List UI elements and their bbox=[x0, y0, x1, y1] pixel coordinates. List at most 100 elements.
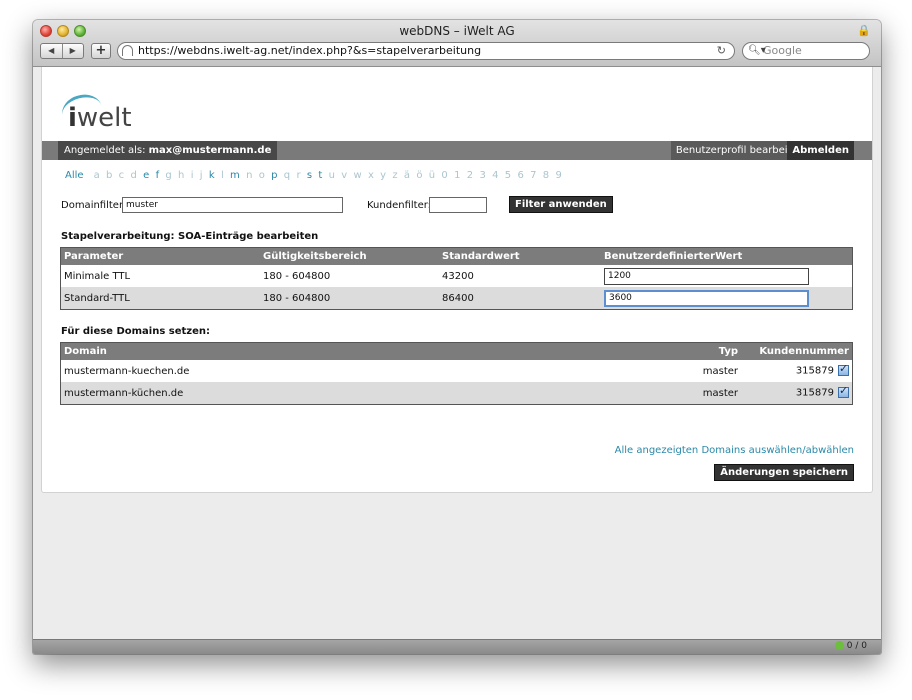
select-all-domains-link[interactable]: Alle angezeigten Domains auswählen/abwäh… bbox=[615, 445, 854, 456]
alphabet-filter: Alle a b c d e f g h i j k l m n o p q r s t u v w x y z ä ö ü 0 1 2 3 4 5 6… bbox=[65, 170, 568, 181]
alphabet-link[interactable]: w bbox=[353, 170, 361, 181]
alphabet-link[interactable]: ö bbox=[416, 170, 422, 181]
customer-filter-input[interactable] bbox=[429, 197, 487, 213]
column-header: Typ bbox=[695, 342, 741, 360]
type-cell: master bbox=[695, 382, 741, 405]
soa-table: Parameter Gültigkeitsbereich Standardwer… bbox=[60, 247, 853, 310]
alphabet-link[interactable]: b bbox=[106, 170, 112, 181]
alphabet-link[interactable]: z bbox=[392, 170, 397, 181]
reload-icon[interactable]: ↻ bbox=[717, 43, 726, 59]
customer-filter-label: Kundenfilter: bbox=[367, 200, 432, 211]
apply-filter-button[interactable]: Filter anwenden bbox=[509, 196, 613, 213]
search-placeholder: Google bbox=[763, 44, 802, 57]
title-bar: webDNS – iWelt AG 🔒 ◀ ▶ + https://webdns… bbox=[33, 20, 881, 67]
alphabet-link[interactable]: c bbox=[119, 170, 125, 181]
alphabet-link[interactable]: 8 bbox=[543, 170, 549, 181]
status-indicator: 0 / 0 bbox=[834, 641, 867, 651]
alphabet-link[interactable]: 7 bbox=[530, 170, 536, 181]
alphabet-link[interactable]: 3 bbox=[479, 170, 485, 181]
alphabet-link[interactable]: i bbox=[191, 170, 194, 181]
custom-value-input[interactable]: 3600 bbox=[604, 289, 809, 307]
alphabet-link[interactable]: 4 bbox=[492, 170, 498, 181]
alphabet-link[interactable]: e bbox=[143, 170, 149, 181]
back-forward-buttons: ◀ ▶ bbox=[40, 43, 84, 59]
status-ok-icon bbox=[834, 641, 844, 650]
logged-in-info: Angemeldet als: max@mustermann.de bbox=[58, 141, 278, 160]
logo-wordmark: iwelt bbox=[68, 103, 132, 133]
domain-checkbox[interactable] bbox=[838, 384, 849, 399]
alphabet-link[interactable]: 0 bbox=[441, 170, 447, 181]
alphabet-link[interactable]: f bbox=[156, 170, 160, 181]
alphabet-link[interactable]: q bbox=[284, 170, 290, 181]
column-header: Domain bbox=[60, 342, 695, 360]
alphabet-link[interactable]: t bbox=[318, 170, 322, 181]
address-bar[interactable]: https://webdns.iwelt-ag.net/index.php?&s… bbox=[117, 42, 735, 60]
forward-icon[interactable]: ▶ bbox=[63, 44, 84, 58]
custom-cell: 1200 bbox=[601, 265, 853, 287]
status-bar: 0 / 0 bbox=[33, 639, 881, 654]
alphabet-link[interactable]: n bbox=[246, 170, 252, 181]
alphabet-link[interactable]: ü bbox=[429, 170, 435, 181]
param-cell: Standard-TTL bbox=[60, 287, 260, 310]
alphabet-link[interactable]: j bbox=[200, 170, 203, 181]
alphabet-link[interactable]: 1 bbox=[454, 170, 460, 181]
browser-content: iwelt Angemeldet als: max@mustermann.de … bbox=[33, 67, 881, 640]
alphabet-link-all[interactable]: Alle bbox=[65, 170, 84, 181]
alphabet-link[interactable]: v bbox=[341, 170, 347, 181]
column-header: Kundennummer bbox=[741, 342, 853, 360]
alphabet-link[interactable]: 2 bbox=[467, 170, 473, 181]
default-cell: 43200 bbox=[442, 270, 474, 282]
alphabet-link[interactable]: d bbox=[130, 170, 136, 181]
search-field[interactable]: 🔍︎▾ Google bbox=[742, 42, 870, 60]
logout-link[interactable]: Abmelden bbox=[787, 141, 854, 160]
alphabet-link[interactable]: 5 bbox=[505, 170, 511, 181]
customer-number: 315879 bbox=[795, 387, 834, 399]
default-cell: 86400 bbox=[439, 287, 601, 310]
param-cell: Minimale TTL bbox=[64, 270, 131, 282]
lock-icon: 🔒 bbox=[857, 24, 871, 37]
alphabet-link[interactable]: ä bbox=[404, 170, 410, 181]
add-bookmark-button[interactable]: + bbox=[91, 43, 111, 59]
customer-cell: 315879 bbox=[741, 360, 853, 382]
soa-section-title: Stapelverarbeitung: SOA-Einträge bearbei… bbox=[61, 231, 319, 242]
custom-value-input[interactable]: 1200 bbox=[604, 267, 809, 285]
site-icon bbox=[122, 45, 133, 56]
back-icon[interactable]: ◀ bbox=[41, 44, 63, 58]
alphabet-link[interactable]: h bbox=[178, 170, 184, 181]
alphabet-link[interactable]: a bbox=[94, 170, 100, 181]
column-header: Parameter bbox=[60, 247, 260, 265]
alphabet-link[interactable]: y bbox=[380, 170, 386, 181]
domain-cell: mustermann-küchen.de bbox=[60, 382, 695, 405]
alphabet-link[interactable]: m bbox=[230, 170, 240, 181]
iwelt-logo: iwelt bbox=[58, 87, 150, 133]
alphabet-link[interactable]: k bbox=[209, 170, 215, 181]
domain-checkbox[interactable] bbox=[838, 362, 849, 377]
alphabet-link[interactable]: u bbox=[329, 170, 335, 181]
search-icon: 🔍︎▾ bbox=[748, 45, 766, 56]
alphabet-link[interactable]: r bbox=[296, 170, 300, 181]
logged-in-user: max@mustermann.de bbox=[148, 145, 272, 156]
alphabet-link[interactable]: g bbox=[165, 170, 171, 181]
alphabet-link[interactable]: 6 bbox=[517, 170, 523, 181]
column-header: BenutzerdefinierterWert bbox=[601, 247, 853, 265]
column-header: Standardwert bbox=[439, 247, 601, 265]
status-count: 0 / 0 bbox=[846, 641, 867, 651]
custom-cell: 3600 bbox=[601, 287, 853, 310]
alphabet-link[interactable]: p bbox=[271, 170, 277, 181]
logo-text: welt bbox=[76, 103, 132, 133]
alphabet-link[interactable]: 9 bbox=[555, 170, 561, 181]
user-bar: Angemeldet als: max@mustermann.de Benutz… bbox=[42, 141, 872, 160]
url-text: https://webdns.iwelt-ag.net/index.php?&s… bbox=[138, 44, 482, 57]
alphabet-link[interactable]: o bbox=[259, 170, 265, 181]
table-row: mustermann-kuechen.de master 315879 bbox=[61, 360, 853, 382]
page-container: iwelt Angemeldet als: max@mustermann.de … bbox=[41, 67, 873, 493]
column-header: Gültigkeitsbereich bbox=[260, 247, 439, 265]
alphabet-link[interactable]: l bbox=[221, 170, 224, 181]
alphabet-link[interactable]: s bbox=[307, 170, 312, 181]
domain-filter-label: Domainfilter: bbox=[61, 200, 127, 211]
domain-filter-input[interactable]: muster bbox=[122, 197, 343, 213]
save-changes-button[interactable]: Änderungen speichern bbox=[714, 464, 854, 481]
range-cell: 180 - 604800 bbox=[260, 287, 439, 310]
alphabet-link[interactable]: x bbox=[368, 170, 374, 181]
table-row: Standard-TTL 180 - 604800 86400 3600 bbox=[60, 287, 853, 310]
